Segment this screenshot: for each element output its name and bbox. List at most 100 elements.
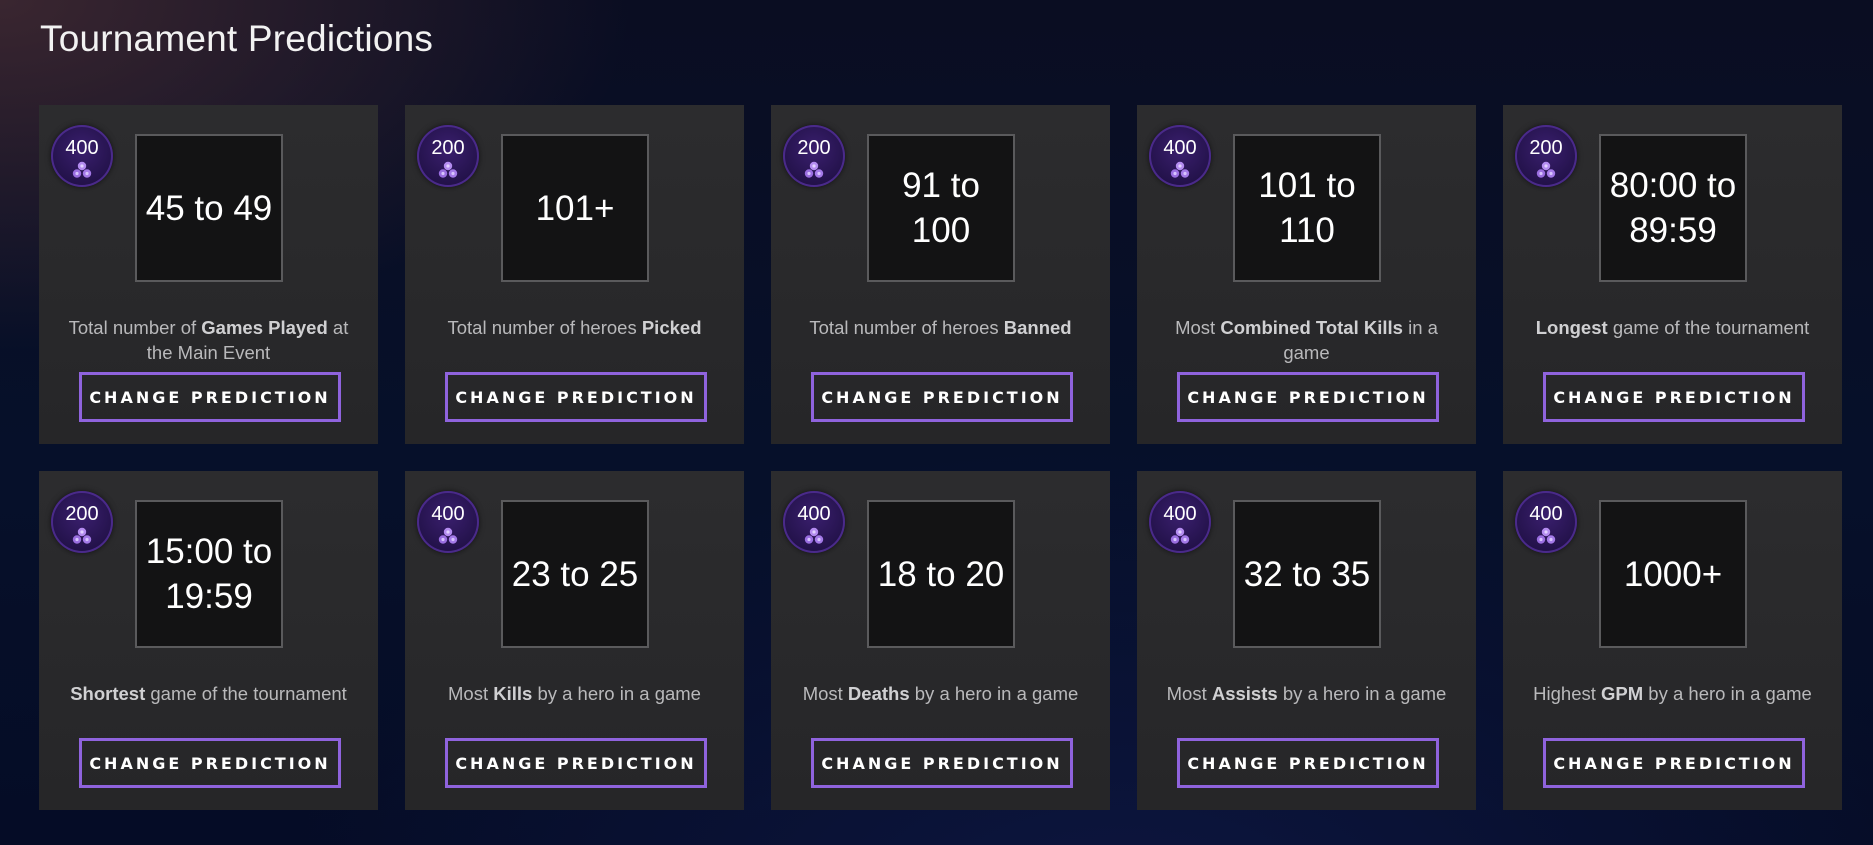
prediction-description: Most Assists by a hero in a game xyxy=(1153,681,1460,706)
prediction-card: 400 1000+ Highest GPM by a hero in a gam… xyxy=(1503,471,1842,810)
change-prediction-button[interactable]: CHANGE PREDICTION xyxy=(445,372,707,422)
description-text: game of the tournament xyxy=(1607,317,1810,338)
prediction-value-box: 101 to 110 xyxy=(1233,134,1381,282)
crystal-cluster-icon xyxy=(1170,527,1190,544)
prediction-card: 200 101+ Total number of heroes Picked C… xyxy=(405,105,744,444)
prediction-value-box: 45 to 49 xyxy=(135,134,283,282)
crystal-cluster-icon xyxy=(72,527,92,544)
points-badge: 200 xyxy=(783,125,845,187)
points-value: 400 xyxy=(1163,136,1197,159)
crystal-cluster-icon xyxy=(804,161,824,178)
description-text: Most xyxy=(1175,317,1221,338)
points-value: 200 xyxy=(65,502,99,525)
prediction-description: Total number of heroes Picked xyxy=(421,315,728,340)
points-value: 400 xyxy=(431,502,465,525)
description-highlight: Combined Total Kills xyxy=(1220,317,1403,338)
points-badge: 400 xyxy=(51,125,113,187)
points-value: 400 xyxy=(1163,502,1197,525)
description-text: Highest xyxy=(1533,683,1602,704)
points-value: 400 xyxy=(797,502,831,525)
description-text: Most xyxy=(448,683,494,704)
prediction-value-box: 1000+ xyxy=(1599,500,1747,648)
points-badge: 200 xyxy=(51,491,113,553)
change-prediction-button[interactable]: CHANGE PREDICTION xyxy=(445,738,707,788)
description-text: by a hero in a game xyxy=(1277,683,1447,704)
description-highlight: Longest xyxy=(1535,317,1608,338)
points-value: 200 xyxy=(797,136,831,159)
description-text: by a hero in a game xyxy=(1643,683,1812,704)
prediction-value-box: 15:00 to 19:59 xyxy=(135,500,283,648)
points-badge: 400 xyxy=(1515,491,1577,553)
points-badge: 400 xyxy=(1149,125,1211,187)
points-value: 400 xyxy=(65,136,99,159)
description-text: Most xyxy=(1166,683,1212,704)
prediction-description: Shortest game of the tournament xyxy=(55,681,362,706)
description-highlight: Banned xyxy=(1003,317,1072,338)
prediction-card: 400 23 to 25 Most Kills by a hero in a g… xyxy=(405,471,744,810)
description-text: by a hero in a game xyxy=(532,683,701,704)
prediction-value: 15:00 to 19:59 xyxy=(145,532,273,616)
crystal-cluster-icon xyxy=(804,527,824,544)
prediction-card: 200 15:00 to 19:59 Shortest game of the … xyxy=(39,471,378,810)
crystal-cluster-icon xyxy=(72,161,92,178)
prediction-value-box: 23 to 25 xyxy=(501,500,649,648)
prediction-value: 18 to 20 xyxy=(877,554,1005,594)
prediction-description: Longest game of the tournament xyxy=(1519,315,1826,340)
crystal-cluster-icon xyxy=(1170,161,1190,178)
description-highlight: Picked xyxy=(641,317,702,338)
crystal-cluster-icon xyxy=(1536,161,1556,178)
prediction-card: 200 80:00 to 89:59 Longest game of the t… xyxy=(1503,105,1842,444)
points-value: 200 xyxy=(431,136,465,159)
description-text: Total number of heroes xyxy=(809,317,1004,338)
points-value: 400 xyxy=(1529,502,1563,525)
prediction-card: 400 32 to 35 Most Assists by a hero in a… xyxy=(1137,471,1476,810)
prediction-card: 400 101 to 110 Most Combined Total Kills… xyxy=(1137,105,1476,444)
prediction-card: 400 45 to 49 Total number of Games Playe… xyxy=(39,105,378,444)
description-highlight: Deaths xyxy=(847,683,910,704)
change-prediction-button[interactable]: CHANGE PREDICTION xyxy=(1177,738,1439,788)
description-text: game of the tournament xyxy=(145,683,347,704)
prediction-description: Highest GPM by a hero in a game xyxy=(1519,681,1826,706)
prediction-value: 45 to 49 xyxy=(145,188,273,228)
points-value: 200 xyxy=(1529,136,1563,159)
prediction-description: Most Combined Total Kills in a game xyxy=(1153,315,1460,365)
change-prediction-button[interactable]: CHANGE PREDICTION xyxy=(811,372,1073,422)
change-prediction-button[interactable]: CHANGE PREDICTION xyxy=(811,738,1073,788)
points-badge: 200 xyxy=(417,125,479,187)
change-prediction-button[interactable]: CHANGE PREDICTION xyxy=(1543,738,1805,788)
description-highlight: Assists xyxy=(1211,683,1278,704)
prediction-value: 101+ xyxy=(535,188,615,228)
description-text: Most xyxy=(802,683,848,704)
prediction-value-box: 80:00 to 89:59 xyxy=(1599,134,1747,282)
points-badge: 400 xyxy=(783,491,845,553)
prediction-description: Most Deaths by a hero in a game xyxy=(787,681,1094,706)
prediction-value-box: 18 to 20 xyxy=(867,500,1015,648)
change-prediction-button[interactable]: CHANGE PREDICTION xyxy=(79,738,341,788)
change-prediction-button[interactable]: CHANGE PREDICTION xyxy=(1177,372,1439,422)
prediction-value: 32 to 35 xyxy=(1243,554,1371,594)
description-text: Total number of xyxy=(68,317,202,338)
points-badge: 400 xyxy=(1149,491,1211,553)
change-prediction-button[interactable]: CHANGE PREDICTION xyxy=(1543,372,1805,422)
change-prediction-button[interactable]: CHANGE PREDICTION xyxy=(79,372,341,422)
prediction-description: Most Kills by a hero in a game xyxy=(421,681,728,706)
crystal-cluster-icon xyxy=(1536,527,1556,544)
points-badge: 200 xyxy=(1515,125,1577,187)
prediction-value: 91 to 100 xyxy=(902,166,980,250)
prediction-value-box: 101+ xyxy=(501,134,649,282)
prediction-card: 400 18 to 20 Most Deaths by a hero in a … xyxy=(771,471,1110,810)
crystal-cluster-icon xyxy=(438,161,458,178)
page-title: Tournament Predictions xyxy=(40,18,434,59)
predictions-grid: 400 45 to 49 Total number of Games Playe… xyxy=(39,105,1842,810)
prediction-description: Total number of heroes Banned xyxy=(787,315,1094,340)
points-badge: 400 xyxy=(417,491,479,553)
prediction-value: 101 to 110 xyxy=(1258,166,1356,250)
prediction-value: 80:00 to 89:59 xyxy=(1609,166,1737,250)
description-text: by a hero in a game xyxy=(909,683,1079,704)
prediction-value: 1000+ xyxy=(1623,554,1723,594)
prediction-value-box: 91 to 100 xyxy=(867,134,1015,282)
description-highlight: Kills xyxy=(493,683,533,704)
description-highlight: Games Played xyxy=(201,317,328,338)
crystal-cluster-icon xyxy=(438,527,458,544)
description-highlight: Shortest xyxy=(70,683,146,704)
